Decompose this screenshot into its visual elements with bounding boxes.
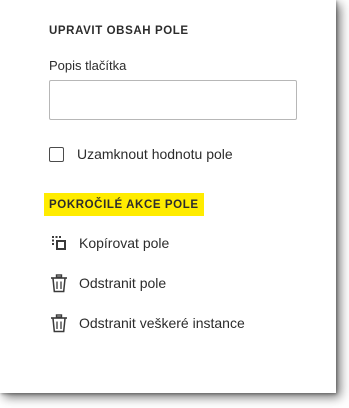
delete-all-instances-action[interactable]: Odstranit veškeré instance [49,313,245,333]
copy-field-label: Kopírovat pole [79,235,170,251]
delete-all-instances-label: Odstranit veškeré instance [79,315,245,331]
edit-field-panel: UPRAVIT OBSAH POLE Popis tlačítka Uzamkn… [0,0,336,393]
trash-icon [49,313,69,333]
lock-field-value-checkbox[interactable] [49,146,64,162]
button-caption-label: Popis tlačítka [49,58,127,73]
lock-field-value-label: Uzamknout hodnotu pole [77,146,233,162]
copy-field-action[interactable]: Kopírovat pole [49,233,169,253]
button-caption-input[interactable] [49,80,297,120]
copy-field-icon [49,233,69,253]
trash-icon [49,273,69,293]
advanced-actions-title: POKROČILÉ AKCE POLE [44,193,204,216]
delete-field-label: Odstranit pole [79,275,167,291]
lock-field-value-checkbox-row[interactable]: Uzamknout hodnotu pole [49,146,233,162]
delete-field-action[interactable]: Odstranit pole [49,273,166,293]
stage: UPRAVIT OBSAH POLE Popis tlačítka Uzamkn… [0,0,349,408]
section-title: UPRAVIT OBSAH POLE [49,25,189,37]
